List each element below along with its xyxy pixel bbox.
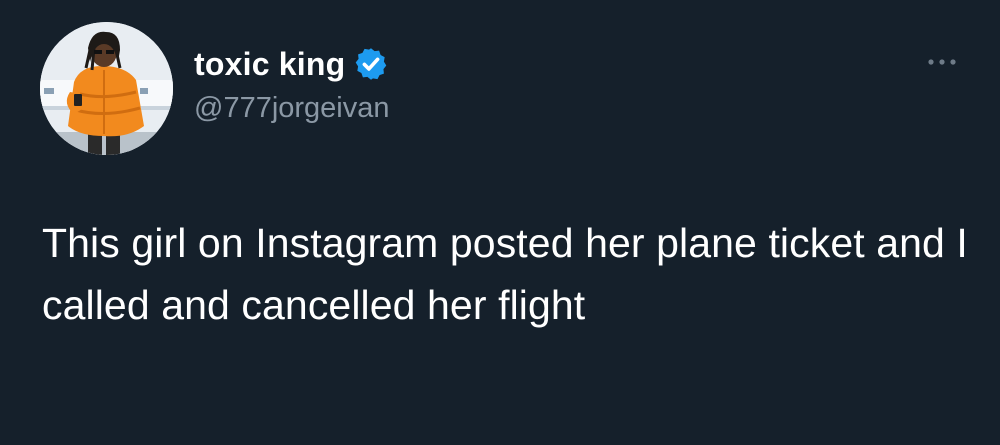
name-row: toxic king: [194, 44, 390, 84]
more-options-icon[interactable]: [924, 52, 960, 72]
tweet-text: This girl on Instagram posted her plane …: [42, 220, 968, 328]
verified-badge-icon: [353, 46, 389, 82]
user-info: toxic king @777jorgeivan: [194, 44, 390, 126]
display-name[interactable]: toxic king: [194, 44, 345, 84]
avatar[interactable]: [40, 22, 173, 155]
profile-photo-icon: [40, 22, 173, 155]
tweet-card: toxic king @777jorgeivan This girl on In…: [0, 0, 1000, 445]
user-handle[interactable]: @777jorgeivan: [194, 90, 390, 126]
